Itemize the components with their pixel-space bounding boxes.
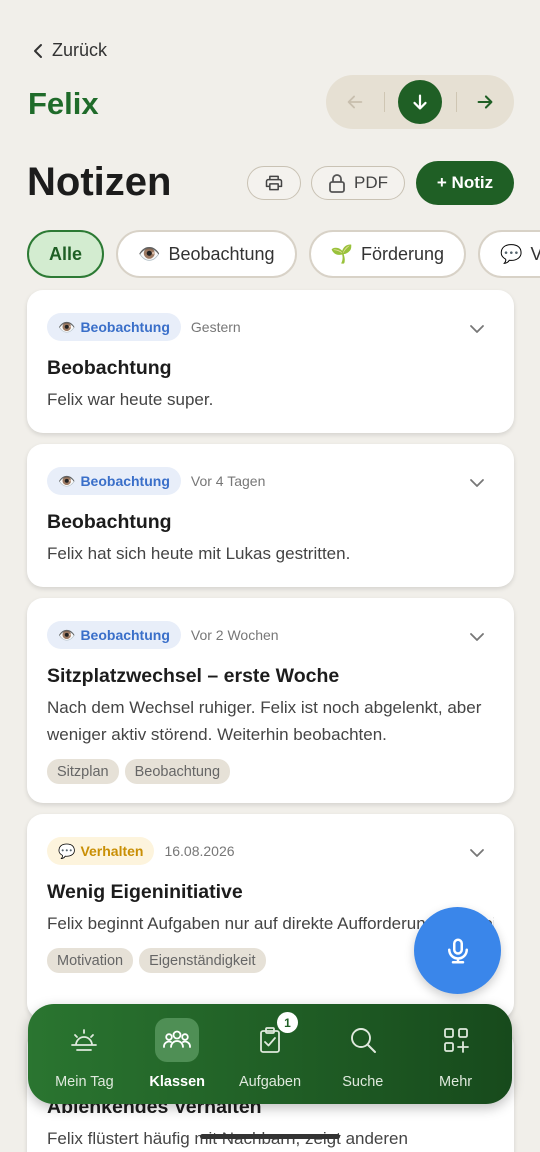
note-title: Wenig Eigeninitiative: [47, 881, 243, 903]
eye-icon: 👁️: [58, 472, 76, 489]
filter-observation[interactable]: 👁️ Beobachtung: [116, 230, 297, 278]
nav-label: Klassen: [149, 1074, 205, 1090]
chevron-down-icon[interactable]: [468, 628, 486, 646]
tag: Beobachtung: [124, 759, 231, 784]
filter-label: Förderung: [360, 243, 445, 264]
home-indicator[interactable]: [200, 1134, 340, 1139]
task-count-badge: 1: [276, 1012, 298, 1033]
next-student-button[interactable]: [470, 87, 500, 117]
student-name: Felix: [28, 86, 99, 121]
back-label: Zurück: [52, 40, 108, 60]
note-date: 16.08.2026: [164, 843, 235, 859]
microphone-icon: [447, 938, 468, 963]
add-note-button[interactable]: + Notiz: [416, 161, 514, 205]
tag-list: Sitzplan Beobachtung: [47, 759, 494, 784]
group-icon: [163, 1030, 192, 1048]
filter-behavior[interactable]: 💬 V: [478, 230, 540, 278]
note-card[interactable]: 👁️ Beobachtung Gestern Beobachtung Felix …: [27, 290, 514, 433]
note-date: Vor 4 Tagen: [190, 473, 266, 489]
note-text: Nach dem Wechsel ruhiger. Felix ist noch…: [47, 698, 482, 744]
chevron-down-icon[interactable]: [468, 474, 486, 492]
filter-all[interactable]: Alle: [27, 230, 105, 278]
sunrise-icon: [71, 1029, 98, 1051]
category-badge: 💬 Verhalten: [47, 837, 155, 865]
note-date: Vor 2 Wochen: [190, 627, 279, 643]
voice-note-button[interactable]: [414, 907, 501, 994]
grid-plus-icon: [443, 1028, 469, 1053]
print-button[interactable]: [247, 166, 301, 200]
note-card[interactable]: 👁️ Beobachtung Vor 2 Wochen Sitzplatzwech…: [27, 598, 514, 803]
eye-icon: 👁️: [58, 318, 76, 335]
nav-search[interactable]: Suche: [317, 1018, 409, 1090]
nav-label: Suche: [342, 1074, 384, 1090]
nav-my-day[interactable]: Mein Tag: [38, 1018, 130, 1090]
printer-icon: [265, 175, 283, 191]
note-title: Beobachtung: [47, 357, 172, 379]
pdf-export-button[interactable]: PDF: [311, 166, 405, 200]
arrow-right-icon: [477, 95, 493, 109]
page-title: Notizen: [27, 160, 172, 204]
category-badge: 👁️ Beobachtung: [47, 467, 181, 495]
chevron-left-icon: [34, 43, 42, 58]
divider: [455, 92, 457, 112]
filter-chips: Alle 👁️ Beobachtung 🌱 Förderung 💬 V: [27, 230, 540, 280]
pdf-label: PDF: [354, 173, 388, 192]
arrow-down-icon: [413, 94, 427, 110]
lock-icon: [329, 174, 345, 193]
chevron-down-icon[interactable]: [468, 320, 486, 338]
note-title: Beobachtung: [47, 511, 172, 533]
filter-support[interactable]: 🌱 Förderung: [308, 230, 467, 278]
speech-bubble-icon: 💬: [500, 243, 523, 264]
nav-tasks[interactable]: 1 Aufgaben: [224, 1012, 316, 1090]
filter-label: Beobachtung: [168, 243, 275, 264]
eye-icon: 👁️: [58, 626, 76, 643]
search-icon: [350, 1028, 376, 1053]
tag: Sitzplan: [47, 759, 119, 784]
arrow-left-icon: [347, 95, 363, 109]
divider: [383, 92, 385, 112]
note-text: Felix war heute super.: [47, 390, 214, 409]
nav-label: Mehr: [439, 1074, 473, 1090]
seedling-icon: 🌱: [330, 243, 353, 264]
nav-classes[interactable]: Klassen: [131, 1018, 223, 1090]
note-text: Felix hat sich heute mit Lukas gestritte…: [47, 544, 351, 563]
speech-bubble-icon: 💬: [58, 842, 76, 859]
back-button[interactable]: Zurück: [30, 40, 107, 61]
student-navigation: [326, 75, 514, 129]
nav-more[interactable]: Mehr: [410, 1018, 502, 1090]
note-title: Sitzplatzwechsel – erste Woche: [47, 665, 340, 687]
bottom-navigation: Mein Tag Klassen 1 Aufgaben Suche Mehr: [28, 1004, 512, 1104]
nav-label: Aufgaben: [238, 1074, 302, 1090]
eye-icon: 👁️: [138, 243, 161, 264]
tag: Eigenständigkeit: [139, 948, 266, 973]
filter-label: V: [530, 243, 540, 264]
note-date: Gestern: [190, 319, 241, 335]
chevron-down-icon[interactable]: [468, 844, 486, 862]
previous-student-button[interactable]: [340, 87, 370, 117]
filter-label: Alle: [49, 243, 83, 264]
jump-down-button[interactable]: [398, 80, 442, 124]
note-card[interactable]: 👁️ Beobachtung Vor 4 Tagen Beobachtung Fe…: [27, 444, 514, 587]
tag: Motivation: [47, 948, 134, 973]
nav-label: Mein Tag: [55, 1074, 114, 1090]
category-badge: 👁️ Beobachtung: [47, 621, 181, 649]
category-badge: 👁️ Beobachtung: [47, 313, 181, 341]
